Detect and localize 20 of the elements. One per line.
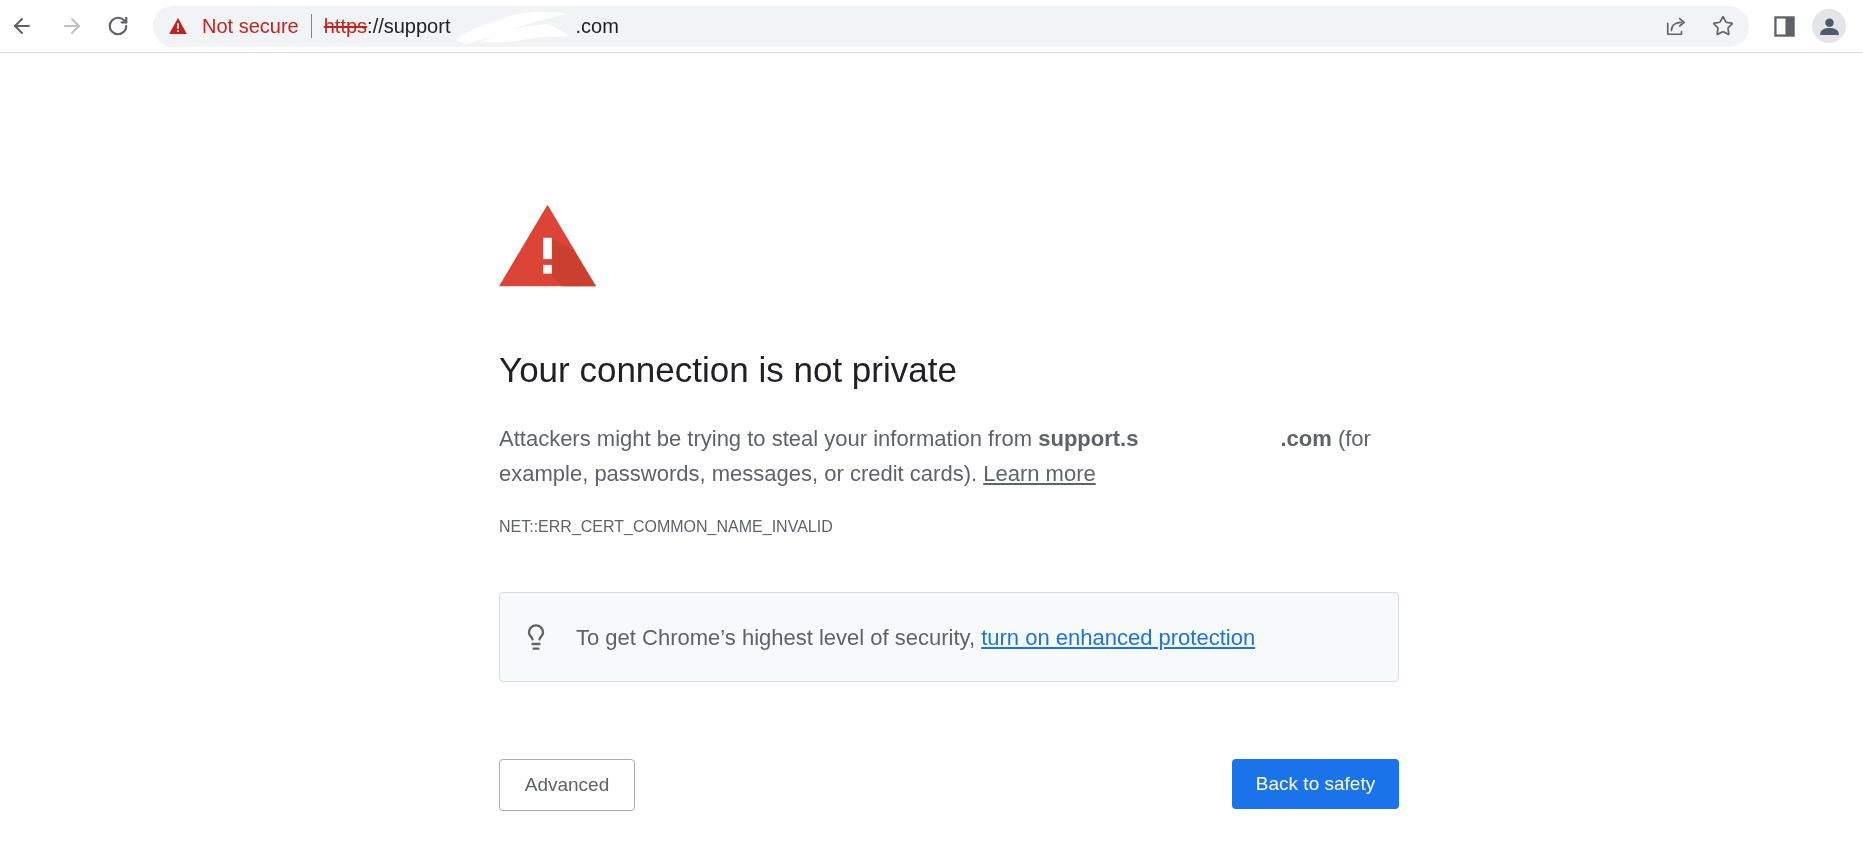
address-bar[interactable]: Not secure https://support .com xyxy=(153,5,1749,47)
person-icon xyxy=(1819,17,1839,35)
security-chip[interactable]: Not secure xyxy=(169,16,299,36)
error-code: NET::ERR_CERT_COMMON_NAME_INVALID xyxy=(499,517,834,537)
page-heading: Your connection is not private xyxy=(499,349,958,391)
share-icon xyxy=(1665,15,1687,37)
tip-text: To get Chrome’s highest level of security, turn on enhanced protection xyxy=(576,623,1256,652)
warning-icon xyxy=(169,18,187,34)
learn-more-link[interactable]: Learn more xyxy=(983,461,1096,486)
side-panel-icon xyxy=(1773,15,1795,37)
enhanced-protection-link[interactable]: turn on enhanced protection xyxy=(981,624,1256,650)
url-text: https://support xyxy=(323,14,451,39)
advanced-button[interactable]: Advanced xyxy=(499,759,635,811)
url-text: .com xyxy=(575,14,619,39)
profile-button[interactable] xyxy=(1812,9,1846,43)
reload-icon xyxy=(107,15,129,37)
warning-paragraph: Attackers might be trying to steal your information from support.s .com (for example, passwords, messages, or credit cards). Learn more xyxy=(499,425,1372,488)
back-to-safety-button[interactable]: Back to safety xyxy=(1232,759,1399,809)
star-icon xyxy=(1712,15,1734,37)
warning-triangle-icon xyxy=(499,204,596,287)
